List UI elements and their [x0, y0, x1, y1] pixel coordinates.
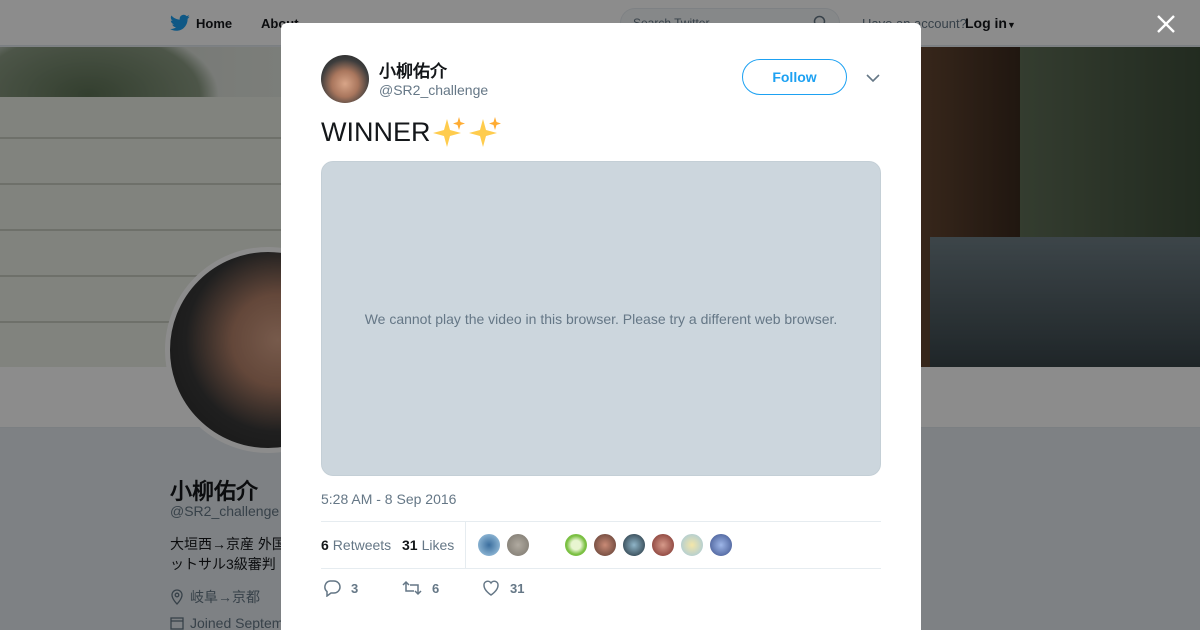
retweets-stat[interactable]: 6 Retweets — [321, 537, 391, 553]
tweet-actions: 3 6 31 — [321, 579, 881, 603]
author-name[interactable]: 小柳佑介 — [379, 57, 447, 82]
tweet-text: WINNER — [321, 115, 503, 149]
tweet-stats: 6 Retweets 31 Likes — [321, 521, 881, 569]
sparkles-icon — [468, 117, 501, 147]
liker-avatar[interactable] — [680, 533, 704, 557]
tweet-modal: 小柳佑介 @SR2_challenge Follow WINNER We can… — [281, 23, 921, 630]
likes-count: 31 — [402, 537, 418, 553]
liker-avatar[interactable] — [651, 533, 675, 557]
liker-avatar[interactable] — [506, 533, 530, 557]
like-button[interactable]: 31 — [482, 579, 524, 597]
liker-avatar[interactable] — [622, 533, 646, 557]
like-count: 31 — [510, 580, 525, 596]
reply-icon — [324, 580, 341, 597]
liker-avatar[interactable] — [709, 533, 733, 557]
tweet-text-content: WINNER — [321, 116, 431, 147]
likes-stat[interactable]: 31 Likes — [402, 537, 454, 553]
chevron-down-icon[interactable] — [864, 69, 882, 87]
author-handle[interactable]: @SR2_challenge — [379, 82, 488, 98]
retweet-button[interactable]: 6 — [402, 579, 439, 597]
video-error-message: We cannot play the video in this browser… — [364, 310, 838, 327]
liker-avatar[interactable] — [564, 533, 588, 557]
retweets-count: 6 — [321, 537, 329, 553]
follow-button[interactable]: Follow — [742, 59, 847, 95]
stats-divider — [465, 522, 466, 569]
likes-label: Likes — [421, 537, 455, 553]
video-player[interactable]: We cannot play the video in this browser… — [321, 161, 881, 476]
retweet-icon — [402, 580, 422, 596]
tweet-timestamp[interactable]: 5:28 AM - 8 Sep 2016 — [321, 491, 456, 507]
liker-avatar[interactable] — [593, 533, 617, 557]
heart-icon — [483, 580, 499, 596]
retweets-label: Retweets — [332, 537, 392, 553]
sparkles-icon — [432, 117, 465, 147]
retweet-count: 6 — [432, 580, 440, 596]
author-avatar[interactable] — [321, 55, 369, 103]
liker-avatar[interactable] — [477, 533, 501, 557]
reply-button[interactable]: 3 — [323, 579, 358, 597]
reply-count: 3 — [351, 580, 359, 596]
close-icon[interactable] — [1154, 12, 1178, 36]
